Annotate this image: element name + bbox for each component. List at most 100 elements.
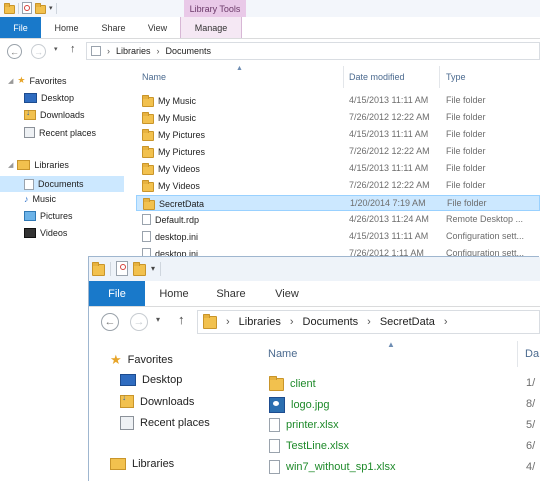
- forward-button[interactable]: →: [31, 44, 46, 59]
- nav-item-recent-places[interactable]: Recent places: [24, 127, 96, 138]
- file-row[interactable]: My Music 7/26/2012 12:22 AM File folder: [136, 110, 540, 126]
- file-row[interactable]: TestLine.xlsx 6/: [261, 437, 540, 457]
- file-row[interactable]: My Pictures 4/15/2013 11:11 AM File folder: [136, 127, 540, 143]
- chevron-right-icon[interactable]: ›: [444, 316, 448, 328]
- nav-libraries[interactable]: ◢ Libraries: [8, 160, 69, 170]
- file-date: 1/20/2014 7:19 AM: [350, 198, 426, 208]
- chevron-right-icon[interactable]: ›: [107, 46, 110, 56]
- up-arrow-icon[interactable]: ↑: [70, 43, 76, 55]
- file-name-cell: printer.xlsx: [269, 418, 339, 432]
- address-bar[interactable]: › Libraries › Documents › SecretData ›: [197, 310, 540, 334]
- column-header-date-modified[interactable]: Da: [525, 348, 539, 360]
- file-list: ▲ Name Date modified Type My Music 4/15/2…: [134, 64, 540, 264]
- library-tools-label: Library Tools: [184, 0, 246, 17]
- file-type: File folder: [446, 146, 486, 156]
- customize-toolbar-icon[interactable]: ▾: [151, 264, 155, 273]
- folder-icon[interactable]: [92, 261, 105, 276]
- nav-item-desktop[interactable]: Desktop: [120, 374, 182, 386]
- recent-locations-icon[interactable]: ▾: [54, 45, 58, 53]
- xlsx-file-icon: [269, 460, 280, 474]
- chevron-right-icon[interactable]: ›: [367, 316, 371, 328]
- nav-item-desktop[interactable]: Desktop: [24, 93, 74, 103]
- nav-item-label: Recent places: [39, 127, 97, 138]
- pictures-folder-icon: [142, 129, 154, 141]
- properties-icon[interactable]: [116, 261, 128, 276]
- address-bar[interactable]: › Libraries › Documents: [86, 42, 540, 60]
- tab-view[interactable]: View: [259, 281, 315, 306]
- file-date: 8/: [526, 398, 536, 410]
- file-name-cell: logo.jpg: [269, 397, 330, 413]
- tab-manage[interactable]: Manage: [180, 17, 242, 38]
- folder-icon: [203, 313, 217, 329]
- column-header-name[interactable]: Name: [268, 348, 297, 360]
- breadcrumb-libraries[interactable]: Libraries: [116, 46, 151, 56]
- customize-toolbar-icon[interactable]: ▾: [49, 4, 53, 12]
- file-row[interactable]: client 1/: [261, 374, 540, 394]
- file-type: File folder: [446, 129, 486, 139]
- tab-share[interactable]: Share: [92, 17, 135, 38]
- collapse-arrow-icon[interactable]: ◢: [8, 77, 13, 85]
- navigation-bar: ← → ▾ ↑ › Libraries › Documents: [0, 39, 540, 63]
- back-button[interactable]: ←: [101, 313, 119, 331]
- nav-item-downloads[interactable]: Downloads: [120, 393, 195, 408]
- breadcrumb-secretdata[interactable]: SecretData: [380, 316, 435, 328]
- column-header-date-modified[interactable]: Date modified: [349, 72, 405, 82]
- file-row[interactable]: Default.rdp 4/26/2013 11:24 AM Remote Desk…: [136, 212, 540, 228]
- column-header-type[interactable]: Type: [446, 72, 466, 82]
- breadcrumb-libraries[interactable]: Libraries: [239, 316, 281, 328]
- file-date: 4/: [526, 461, 536, 473]
- forward-button[interactable]: →: [130, 313, 148, 331]
- tab-share[interactable]: Share: [203, 281, 259, 306]
- file-row[interactable]: My Pictures 7/26/2012 12:22 AM File folder: [136, 144, 540, 160]
- file-row[interactable]: desktop.ini 4/15/2013 11:11 AM Configurati…: [136, 229, 540, 245]
- new-folder-icon[interactable]: [35, 3, 46, 14]
- sort-ascending-icon: ▲: [236, 65, 243, 72]
- nav-item-label: Downloads: [140, 395, 195, 408]
- breadcrumb-documents[interactable]: Documents: [166, 46, 212, 56]
- recent-locations-icon[interactable]: ▾: [156, 315, 160, 324]
- nav-item-music[interactable]: ♪ Music: [24, 194, 56, 204]
- tab-home[interactable]: Home: [41, 17, 92, 38]
- nav-item-downloads[interactable]: Downloads: [24, 108, 85, 120]
- videos-folder-icon: [142, 163, 154, 175]
- nav-item-videos[interactable]: Videos: [24, 228, 67, 238]
- chevron-right-icon[interactable]: ›: [157, 46, 160, 56]
- file-name: printer.xlsx: [286, 419, 339, 431]
- file-type: File folder: [446, 112, 486, 122]
- file-row[interactable]: logo.jpg 8/: [261, 395, 540, 415]
- column-divider[interactable]: [343, 66, 344, 88]
- nav-favorites[interactable]: ★ Favorites: [110, 352, 173, 368]
- folder-icon[interactable]: [4, 3, 15, 14]
- tab-home[interactable]: Home: [145, 281, 203, 306]
- file-date: 4/15/2013 11:11 AM: [349, 231, 429, 241]
- file-row[interactable]: My Videos 4/15/2013 11:11 AM File folder: [136, 161, 540, 177]
- tab-file[interactable]: File: [89, 281, 145, 306]
- file-row[interactable]: printer.xlsx 5/: [261, 416, 540, 436]
- nav-item-recent-places[interactable]: Recent places: [120, 416, 210, 430]
- file-row[interactable]: My Videos 7/26/2012 12:22 AM File folder: [136, 178, 540, 194]
- chevron-right-icon[interactable]: ›: [226, 316, 230, 328]
- file-type: File folder: [446, 95, 486, 105]
- up-arrow-icon[interactable]: ↑: [178, 312, 185, 327]
- file-row[interactable]: SecretData 1/20/2014 7:19 AM File folder: [136, 195, 540, 211]
- column-divider[interactable]: [439, 66, 440, 88]
- collapse-arrow-icon[interactable]: ◢: [8, 161, 13, 169]
- properties-icon[interactable]: [22, 2, 32, 14]
- nav-item-label: Music: [32, 194, 57, 204]
- nav-item-pictures[interactable]: Pictures: [24, 211, 73, 221]
- recent-places-icon: [24, 127, 35, 138]
- breadcrumb-documents[interactable]: Documents: [303, 316, 359, 328]
- nav-item-documents[interactable]: Documents: [0, 176, 124, 192]
- tab-view[interactable]: View: [135, 17, 180, 38]
- new-folder-icon[interactable]: [133, 261, 146, 276]
- back-button[interactable]: ←: [7, 44, 22, 59]
- nav-favorites[interactable]: ◢ ★ Favorites: [8, 75, 66, 86]
- music-folder-icon: [142, 112, 154, 124]
- file-row[interactable]: My Music 4/15/2013 11:11 AM File folder: [136, 93, 540, 109]
- chevron-right-icon[interactable]: ›: [290, 316, 294, 328]
- column-header-name[interactable]: Name: [142, 72, 166, 82]
- file-row[interactable]: win7_without_sp1.xlsx 4/: [261, 458, 540, 478]
- column-divider[interactable]: [517, 341, 518, 367]
- tab-file[interactable]: File: [0, 17, 41, 38]
- nav-libraries[interactable]: Libraries: [110, 458, 174, 470]
